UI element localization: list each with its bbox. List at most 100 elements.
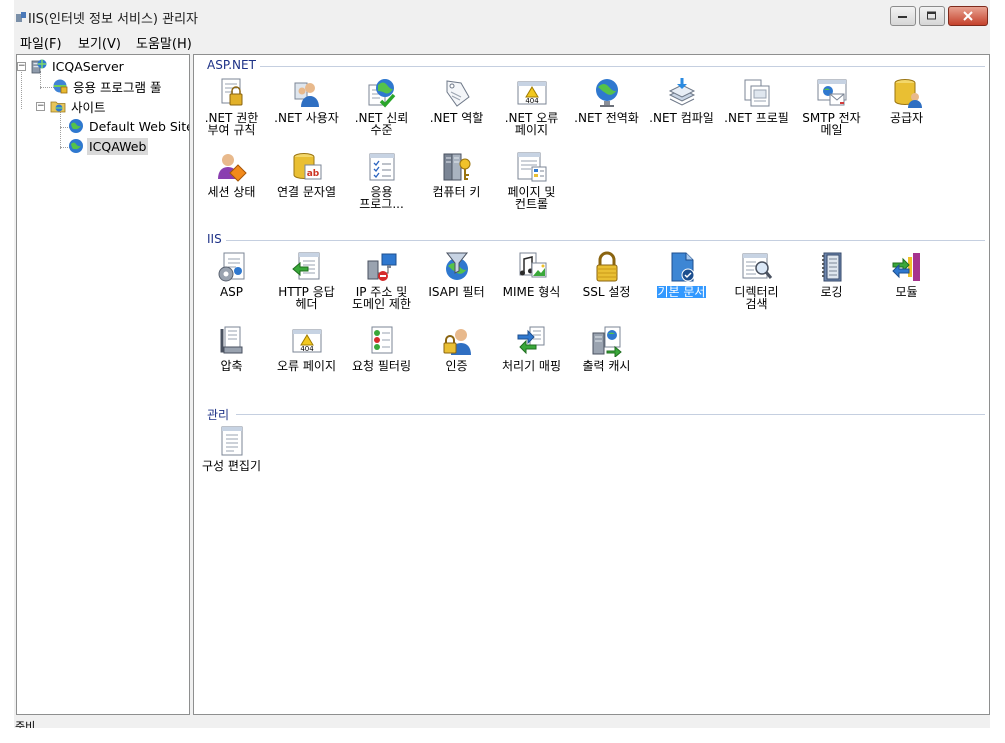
feature-connection-string[interactable]: ab 연결 문자열	[269, 151, 344, 199]
feature-provider[interactable]: 공급자	[869, 77, 944, 125]
feature-error-pages[interactable]: 404 오류 페이지	[269, 325, 344, 373]
connection-string-icon: ab	[293, 153, 321, 180]
status-bar: 준비	[14, 716, 990, 728]
feature-profile-pages[interactable]: .NET 프로필	[719, 77, 794, 125]
feature-isapi-filter[interactable]: ISAPI 필터	[419, 251, 494, 299]
feature-label: IP 주소 및 도메인 제한	[351, 285, 411, 311]
http-headers-icon	[291, 252, 319, 280]
feature-request-filtering[interactable]: 요청 필터링	[344, 325, 419, 373]
feature-ip-restrict[interactable]: IP 주소 및 도메인 제한	[344, 251, 419, 311]
feature-directory-browse[interactable]: 디렉터리 검색	[719, 251, 794, 311]
iis-manager-window: IIS(인터넷 정보 서비스) 관리자 파일(F) 보기(V) 도움말(H) −	[14, 0, 990, 728]
lock-document-icon	[221, 78, 242, 106]
feature-label: 공급자	[889, 111, 924, 125]
feature-label: 디렉터리 검색	[734, 285, 779, 311]
users-icon	[294, 82, 319, 107]
tree-node-icqaweb[interactable]: ICQAWeb	[68, 137, 149, 155]
asp-icon	[218, 252, 244, 282]
feature-globe-check[interactable]: .NET 신뢰 수준	[344, 77, 419, 137]
tree-label-server: ICQAServer	[52, 58, 124, 74]
error-404-icon: 404	[517, 81, 546, 105]
session-state-icon	[217, 154, 247, 182]
tree-node-app-pools[interactable]: 응용 프로그램 풀	[52, 77, 163, 95]
iis-app-icon	[16, 12, 26, 22]
features-view: ASP.NET .NET 권한 부여 규칙 .NET 사용자 .NET 신뢰 수준.…	[193, 54, 990, 715]
tree-label-default-web-site: Default Web Site	[89, 118, 190, 134]
app-settings-icon	[369, 153, 394, 181]
feature-label: .NET 사용자	[274, 111, 339, 125]
isapi-filter-icon	[445, 252, 468, 280]
feature-label: 기본 문서	[655, 285, 708, 299]
svg-text:404: 404	[300, 345, 314, 353]
feature-label: SMTP 전자 메일	[802, 111, 861, 137]
feature-lock-document[interactable]: .NET 권한 부여 규칙	[194, 77, 269, 137]
feature-error-404[interactable]: 404 .NET 오류 페이지	[494, 77, 569, 137]
menu-file[interactable]: 파일(F)	[20, 33, 62, 52]
feature-default-document[interactable]: 기본 문서	[644, 251, 719, 299]
expander-sites[interactable]: −	[36, 102, 45, 111]
feature-label: 오류 페이지	[276, 359, 336, 373]
feature-role-tag[interactable]: .NET 역할	[419, 77, 494, 125]
feature-label: .NET 오류 페이지	[504, 111, 559, 137]
menu-help[interactable]: 도움말(H)	[136, 33, 192, 52]
feature-label: HTTP 응답 헤더	[278, 285, 335, 311]
group-divider	[224, 240, 985, 241]
feature-label: .NET 전역화	[574, 111, 639, 125]
feature-session-state[interactable]: 세션 상태	[194, 151, 269, 199]
logging-icon	[821, 252, 841, 282]
globe-check-icon	[368, 79, 395, 108]
output-cache-icon	[592, 326, 622, 357]
close-icon	[963, 11, 973, 21]
server-icon	[31, 59, 47, 74]
ssl-lock-icon	[596, 251, 617, 282]
window-title: IIS(인터넷 정보 서비스) 관리자	[28, 12, 199, 27]
tree-node-default-web-site[interactable]: Default Web Site	[68, 117, 190, 135]
feature-label: 컴퓨터 키	[432, 185, 481, 199]
feature-users[interactable]: .NET 사용자	[269, 77, 344, 125]
feature-smtp-email[interactable]: SMTP 전자 메일	[794, 77, 869, 137]
smtp-email-icon	[817, 79, 846, 106]
feature-ssl-lock[interactable]: SSL 설정	[569, 251, 644, 299]
feature-label: 인증	[445, 359, 468, 373]
feature-label: 세션 상태	[207, 185, 256, 199]
feature-pages-controls[interactable]: 페이지 및 컨트롤	[494, 151, 569, 211]
feature-machine-key[interactable]: 컴퓨터 키	[419, 151, 494, 199]
pages-controls-icon	[517, 152, 546, 182]
feature-logging[interactable]: 로깅	[794, 251, 869, 299]
globe-icon	[69, 119, 83, 133]
feature-compile-stack[interactable]: .NET 컴파일	[644, 77, 719, 125]
ip-restrict-icon	[367, 253, 396, 281]
feature-mime-types[interactable]: MIME 형식	[494, 251, 569, 299]
tree-node-server[interactable]: ICQAServer	[31, 57, 126, 75]
feature-config-editor[interactable]: 구성 편집기	[194, 425, 269, 473]
feature-output-cache[interactable]: 출력 캐시	[569, 325, 644, 373]
directory-browse-icon	[742, 253, 772, 279]
maximize-icon	[927, 11, 936, 20]
feature-globe[interactable]: .NET 전역화	[569, 77, 644, 125]
feature-asp[interactable]: ASP	[194, 251, 269, 299]
feature-label: .NET 프로필	[724, 111, 789, 125]
group-header-management: 관리	[194, 406, 987, 423]
menu-view[interactable]: 보기(V)	[78, 33, 121, 52]
tree-line	[21, 69, 22, 109]
feature-handler-mappings[interactable]: 처리기 매핑	[494, 325, 569, 373]
feature-label: MIME 형식	[502, 285, 561, 299]
tree-node-sites[interactable]: 사이트	[50, 97, 108, 115]
modules-icon	[891, 253, 920, 281]
close-button[interactable]	[948, 6, 988, 26]
machine-key-icon	[443, 153, 470, 181]
minimize-button[interactable]	[890, 6, 916, 26]
feature-compression[interactable]: 압축	[194, 325, 269, 373]
group-divider	[258, 66, 985, 67]
feature-http-headers[interactable]: HTTP 응답 헤더	[269, 251, 344, 311]
feature-modules[interactable]: 모듈	[869, 251, 944, 299]
expander-server[interactable]: −	[17, 62, 26, 71]
feature-label: 로깅	[820, 285, 843, 299]
maximize-button[interactable]	[919, 6, 945, 26]
role-tag-icon	[446, 80, 470, 107]
feature-authentication[interactable]: 인증	[419, 325, 494, 373]
feature-app-settings[interactable]: 응용 프로그...	[344, 151, 419, 211]
tree-label-sites: 사이트	[71, 99, 106, 115]
group-title-aspnet: ASP.NET	[207, 58, 260, 72]
group-divider	[236, 414, 985, 415]
